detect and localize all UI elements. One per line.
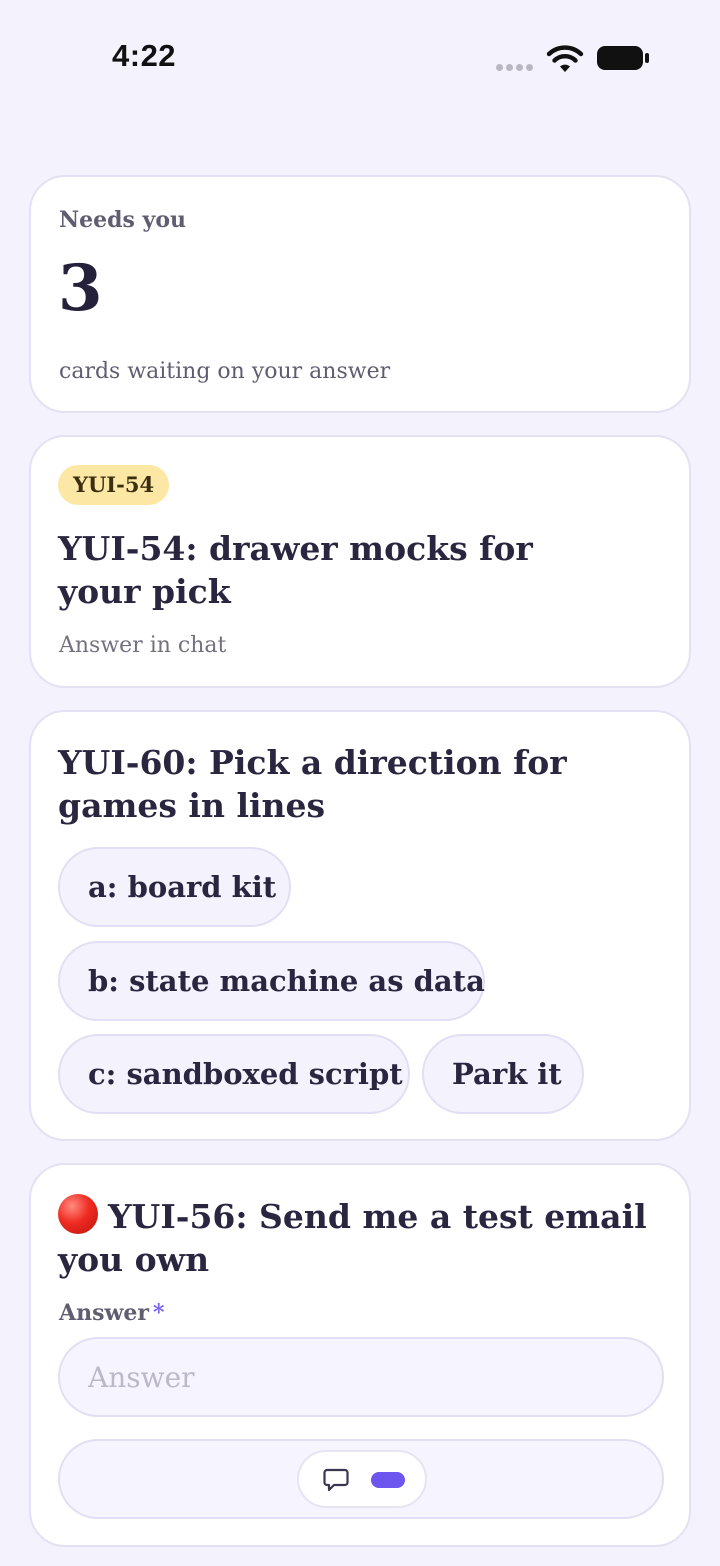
option-board-kit-button[interactable]: a: board kit <box>58 847 291 927</box>
wifi-icon <box>546 45 584 72</box>
battery-icon <box>597 46 649 70</box>
card-yui-60: YUI-60: Pick a direction for games in li… <box>29 710 691 1141</box>
card-title: YUI-60: Pick a direction for games in li… <box>58 743 567 825</box>
cellular-signal-icon <box>496 64 533 71</box>
required-mark: * <box>152 1300 165 1326</box>
card-yui-56: YUI-56: Send me a test email you own Ans… <box>29 1163 691 1547</box>
needs-you-count: 3 <box>58 251 103 326</box>
card-title: YUI-54: drawer mocks for your pick <box>58 529 533 611</box>
park-it-button[interactable]: Park it <box>422 1034 584 1114</box>
ticket-badge: YUI-54 <box>58 465 170 505</box>
answer-mode-group[interactable] <box>297 1450 427 1508</box>
answer-input[interactable] <box>58 1337 664 1417</box>
answer-action-bar <box>58 1439 664 1519</box>
needs-you-label: Needs you <box>59 207 186 233</box>
card-subtitle: Answer in chat <box>59 633 227 658</box>
answer-field-label: Answer * <box>59 1300 165 1326</box>
answer-label-text: Answer <box>59 1300 149 1326</box>
needs-you-card: Needs you 3 cards waiting on your answer <box>29 175 691 413</box>
needs-you-subtitle: cards waiting on your answer <box>59 359 391 384</box>
option-sandboxed-script-button[interactable]: c: sandboxed script <box>58 1034 410 1114</box>
card-title: YUI-56: Send me a test email you own <box>58 1197 647 1279</box>
red-circle-icon <box>58 1194 98 1234</box>
status-time: 4:22 <box>112 38 177 73</box>
card-title-row: YUI-56: Send me a test email you own <box>58 1194 658 1281</box>
option-state-machine-button[interactable]: b: state machine as data <box>58 941 485 1021</box>
card-yui-54[interactable]: YUI-54 YUI-54: drawer mocks for your pic… <box>29 435 691 688</box>
status-bar: 4:22 <box>0 0 720 120</box>
mode-toggle[interactable] <box>371 1472 405 1488</box>
chat-bubble-icon[interactable] <box>323 1468 349 1492</box>
